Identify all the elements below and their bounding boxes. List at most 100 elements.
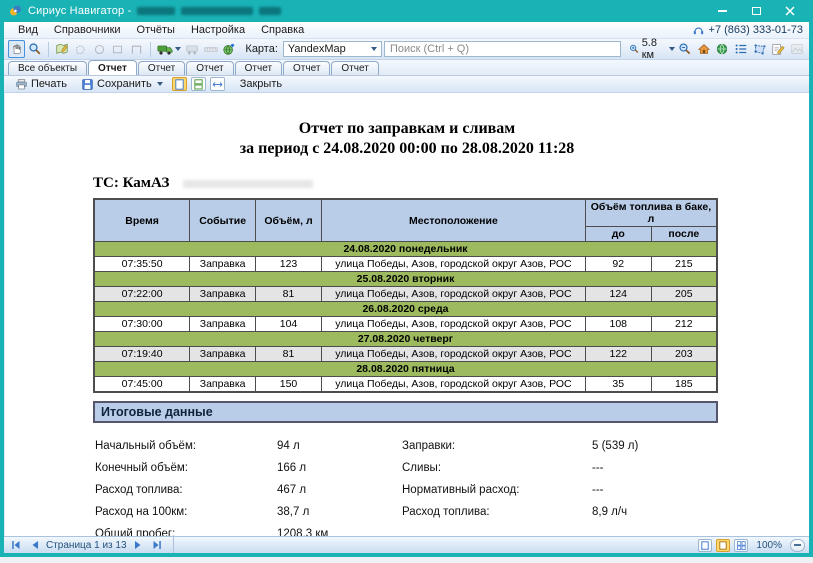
multi-page-icon xyxy=(737,541,746,550)
close-icon xyxy=(785,6,795,16)
col-time: Время xyxy=(94,199,190,242)
ellipse-icon xyxy=(93,43,106,56)
single-page-view-button[interactable] xyxy=(172,77,187,91)
prev-page-button[interactable] xyxy=(27,539,43,552)
close-button[interactable] xyxy=(775,2,805,20)
zoom-out-button[interactable] xyxy=(677,40,694,58)
polygon-tool-button[interactable] xyxy=(73,40,90,58)
wagon-button[interactable] xyxy=(184,40,201,58)
tab-report-5[interactable]: Отчет xyxy=(283,61,330,75)
desktop-strip xyxy=(0,557,813,563)
date-row: 24.08.2020 понедельник xyxy=(94,242,717,257)
total-row: Начальный объём:94 л xyxy=(95,435,402,457)
wagon-icon xyxy=(185,43,199,56)
table-row: 07:19:40Заправка 81улица Победы, Азов, г… xyxy=(94,347,717,362)
gate-icon xyxy=(130,43,143,56)
map-select[interactable]: YandexMap xyxy=(283,41,382,57)
map-select-arrow xyxy=(371,47,377,51)
multi-page-button[interactable] xyxy=(734,539,748,552)
total-row: Общий пробег:1208,3 км xyxy=(95,523,402,536)
selection-polygon-icon xyxy=(753,42,767,56)
col-event: Событие xyxy=(190,199,256,242)
ruler-button[interactable] xyxy=(202,40,219,58)
toolbar-separator xyxy=(48,42,49,57)
ellipse-tool-button[interactable] xyxy=(91,40,108,58)
save-dropdown-arrow xyxy=(157,82,163,86)
print-button[interactable]: Печать xyxy=(10,77,72,92)
window-title: Сириус Навигатор - xyxy=(28,5,131,17)
date-row: 27.08.2020 четверг xyxy=(94,332,717,347)
title-redacted-2 xyxy=(181,7,253,15)
table-row: 07:35:50Заправка 123улица Победы, Азов, … xyxy=(94,257,717,272)
report-title-line1: Отчет по заправкам и сливам xyxy=(5,119,809,139)
tab-strip: Все объекты Отчет Отчет Отчет Отчет Отче… xyxy=(4,60,809,76)
app-window: Сириус Навигатор - Вид Справочники Отчёт… xyxy=(0,0,813,557)
phone-number: +7 (863) 333-01-73 xyxy=(709,24,803,36)
zoom-region-button[interactable] xyxy=(27,40,44,58)
first-page-button[interactable] xyxy=(8,539,24,552)
magnifier-icon xyxy=(28,42,42,56)
total-row: Нормативный расход:--- xyxy=(402,479,638,501)
whole-page-button[interactable] xyxy=(698,539,712,552)
title-redacted-3 xyxy=(259,7,281,15)
status-bar: Страница 1 из 13 100% xyxy=(4,536,809,553)
page-width-icon xyxy=(719,541,727,550)
table-row: 07:22:00Заправка 81улица Победы, Азов, г… xyxy=(94,287,717,302)
menu-nastroyka[interactable]: Настройка xyxy=(183,23,253,37)
tab-report-6[interactable]: Отчет xyxy=(331,61,378,75)
totals-section: Начальный объём:94 л Конечный объём:166 … xyxy=(95,435,809,536)
menu-otchety[interactable]: Отчёты xyxy=(129,23,183,37)
close-report-button[interactable]: Закрыть xyxy=(235,77,287,92)
map-edit-button[interactable] xyxy=(54,40,71,58)
menu-spravochniki[interactable]: Справочники xyxy=(46,23,129,37)
vehicle-button[interactable] xyxy=(156,40,182,58)
pages-icon xyxy=(194,79,203,90)
tab-all-objects[interactable]: Все объекты xyxy=(8,61,87,75)
menu-spravka[interactable]: Справка xyxy=(253,23,312,37)
tab-report-3[interactable]: Отчет xyxy=(186,61,233,75)
zoom-controls: 100% xyxy=(698,539,805,552)
tab-report-2[interactable]: Отчет xyxy=(138,61,185,75)
pan-hand-button[interactable] xyxy=(8,40,25,58)
search-input[interactable] xyxy=(384,41,621,57)
menu-bar: Вид Справочники Отчёты Настройка Справка… xyxy=(4,22,809,39)
zoom-out-slider-button[interactable] xyxy=(790,539,805,552)
globe-button[interactable] xyxy=(714,40,731,58)
selection-area-button[interactable] xyxy=(751,40,768,58)
date-row: 25.08.2020 вторник xyxy=(94,272,717,287)
object-list-button[interactable] xyxy=(733,40,750,58)
fit-width-button[interactable] xyxy=(210,77,225,91)
col-after: после xyxy=(651,227,717,242)
last-page-button[interactable] xyxy=(149,539,165,552)
continuous-view-button[interactable] xyxy=(191,77,206,91)
globe-upload-button[interactable] xyxy=(221,40,238,58)
page-width-button[interactable] xyxy=(716,539,730,552)
total-row: Сливы:--- xyxy=(402,457,638,479)
minimize-button[interactable] xyxy=(707,2,737,20)
report-page: Отчет по заправкам и сливам за период с … xyxy=(4,93,809,536)
rectangle-tool-button[interactable] xyxy=(110,40,127,58)
polygon-icon xyxy=(74,43,87,56)
next-page-button[interactable] xyxy=(130,539,146,552)
window-controls xyxy=(707,2,805,20)
menu-vid[interactable]: Вид xyxy=(10,23,46,37)
tab-report-1[interactable]: Отчет xyxy=(88,60,137,75)
save-label: Сохранить xyxy=(97,78,152,90)
tab-report-4[interactable]: Отчет xyxy=(235,61,282,75)
col-before: до xyxy=(585,227,651,242)
image-button[interactable] xyxy=(788,40,805,58)
map-pencil-icon xyxy=(55,42,69,56)
scale-control[interactable]: 5.8 км xyxy=(629,37,675,61)
list-icon xyxy=(734,42,748,56)
fit-arrows-icon xyxy=(212,80,223,89)
fuel-table-header: Время Событие Объём, л Местоположение Об… xyxy=(94,199,717,242)
vehicle-label: ТС: КамАЗ xyxy=(93,175,169,192)
report-toolbar: Печать Сохранить Закрыть xyxy=(4,76,809,93)
gate-tool-button[interactable] xyxy=(128,40,145,58)
save-button[interactable]: Сохранить xyxy=(76,77,168,92)
edit-note-button[interactable] xyxy=(770,40,787,58)
home-button[interactable] xyxy=(696,40,713,58)
maximize-button[interactable] xyxy=(741,2,771,20)
main-toolbar: Карта: YandexMap 5.8 км xyxy=(4,39,809,60)
next-page-icon xyxy=(134,540,142,550)
